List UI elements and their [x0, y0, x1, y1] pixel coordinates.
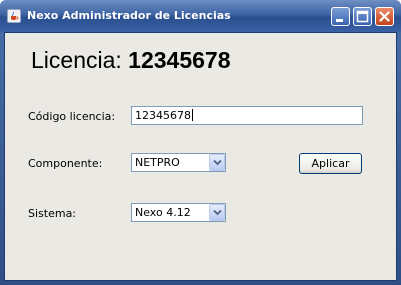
text-caret: [192, 109, 193, 121]
component-select[interactable]: NETPRO: [131, 153, 226, 172]
license-heading: Licencia: 12345678: [31, 47, 231, 74]
system-label: Sistema:: [28, 207, 77, 220]
license-code-value: 12345678: [135, 109, 191, 122]
minimize-button[interactable]: [331, 7, 350, 26]
license-code-input[interactable]: 12345678: [131, 106, 363, 125]
java-cup-icon: [7, 9, 21, 23]
window-frame-bottom: [0, 281, 401, 285]
window-title: Nexo Administrador de Licencias: [27, 9, 231, 22]
app-window: Nexo Administrador de Licencias Licencia…: [0, 0, 401, 285]
maximize-icon: [356, 10, 369, 23]
close-icon: [379, 11, 390, 22]
license-heading-prefix: Licencia:: [31, 47, 122, 73]
title-bar[interactable]: Nexo Administrador de Licencias: [0, 0, 401, 32]
close-button[interactable]: [375, 7, 394, 26]
apply-button[interactable]: Aplicar: [299, 153, 362, 174]
system-select[interactable]: Nexo 4.12: [131, 203, 226, 222]
component-label: Componente:: [28, 157, 103, 170]
component-selected-value: NETPRO: [135, 156, 180, 169]
component-dropdown-button[interactable]: [209, 154, 225, 171]
chevron-down-icon: [213, 209, 222, 216]
license-heading-number: 12345678: [128, 47, 231, 73]
system-selected-value: Nexo 4.12: [135, 206, 191, 219]
minimize-icon: [336, 19, 343, 22]
chevron-down-icon: [213, 159, 222, 166]
content-panel: Licencia: 12345678 Código licencia: 1234…: [4, 32, 397, 281]
system-dropdown-button[interactable]: [209, 204, 225, 221]
license-code-label: Código licencia:: [28, 110, 116, 123]
maximize-button[interactable]: [353, 7, 372, 26]
